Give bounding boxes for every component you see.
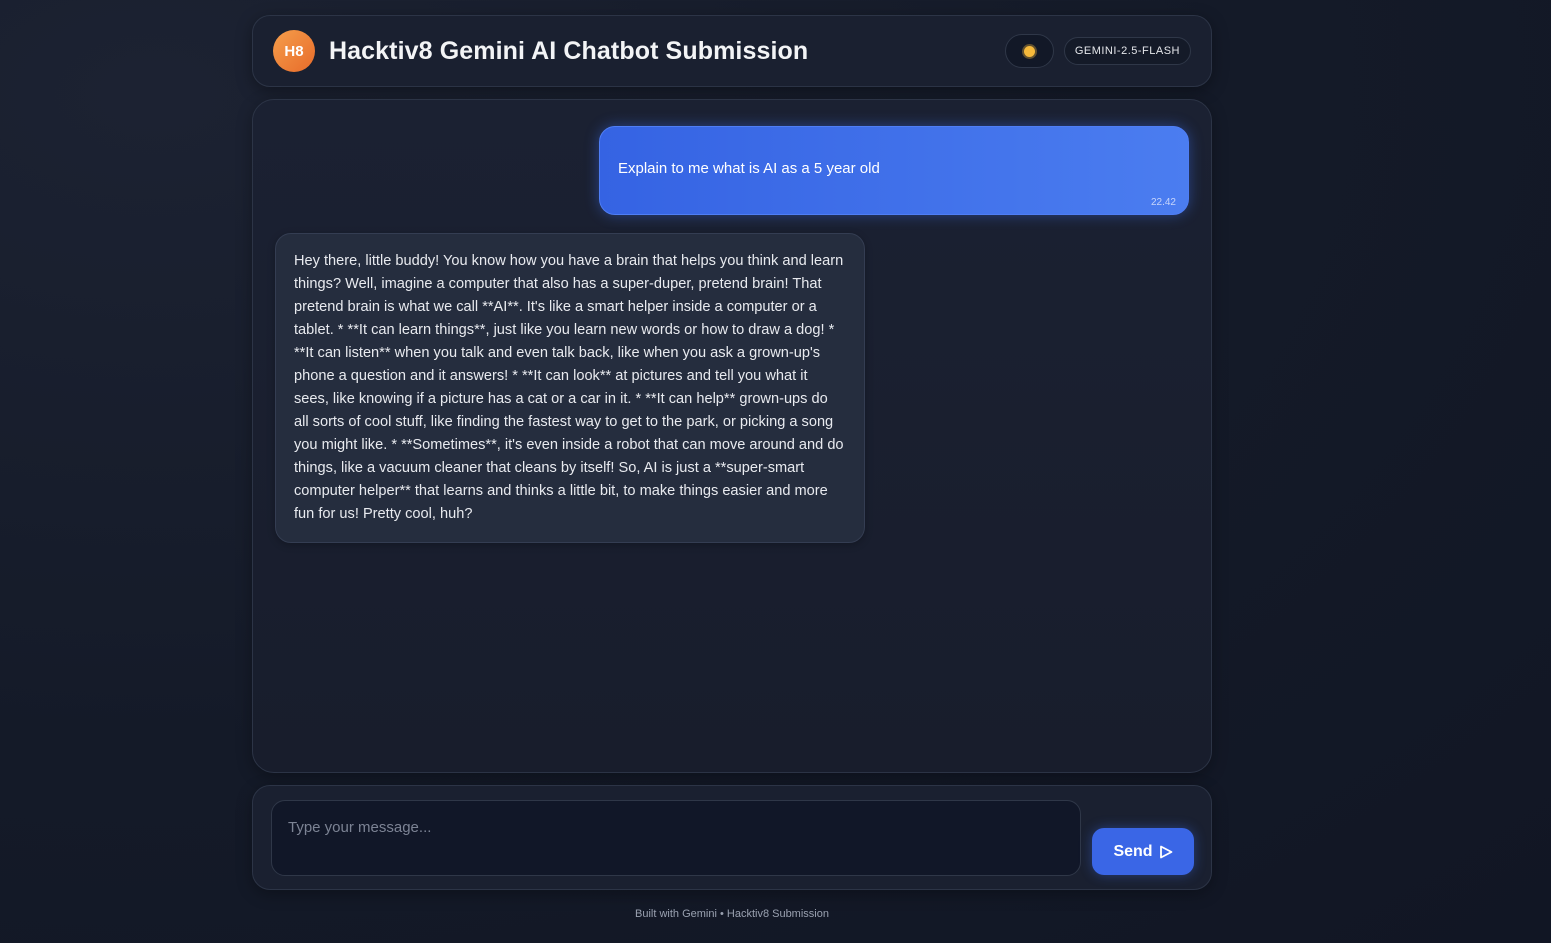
app-header: H8 Hacktiv8 Gemini AI Chatbot Submission… [252, 15, 1212, 87]
sun-icon [1023, 45, 1035, 57]
bot-message: Hey there, little buddy! You know how yo… [275, 233, 865, 543]
message-timestamp: 22.42 [1150, 197, 1176, 208]
header-controls: GEMINI-2.5-FLASH [1004, 34, 1191, 68]
send-button-label: Send [1113, 842, 1153, 860]
user-message-text: Explain to me what is AI as a 5 year old [618, 160, 880, 177]
bot-message-text: Hey there, little buddy! You know how yo… [294, 253, 844, 522]
user-message: Explain to me what is AI as a 5 year old… [599, 126, 1189, 215]
logo: H8 [273, 30, 315, 72]
send-arrow-icon [1159, 845, 1172, 858]
model-badge: GEMINI-2.5-FLASH [1063, 37, 1191, 65]
send-button[interactable]: Send [1092, 828, 1194, 875]
theme-toggle-button[interactable] [1004, 34, 1054, 68]
page-title: Hacktiv8 Gemini AI Chatbot Submission [329, 36, 809, 65]
message-composer: Send [252, 785, 1212, 890]
chat-window[interactable]: Explain to me what is AI as a 5 year old… [252, 99, 1212, 773]
message-input[interactable] [271, 800, 1081, 876]
footer: Built with Gemini • Hacktiv8 Submission [635, 908, 829, 920]
